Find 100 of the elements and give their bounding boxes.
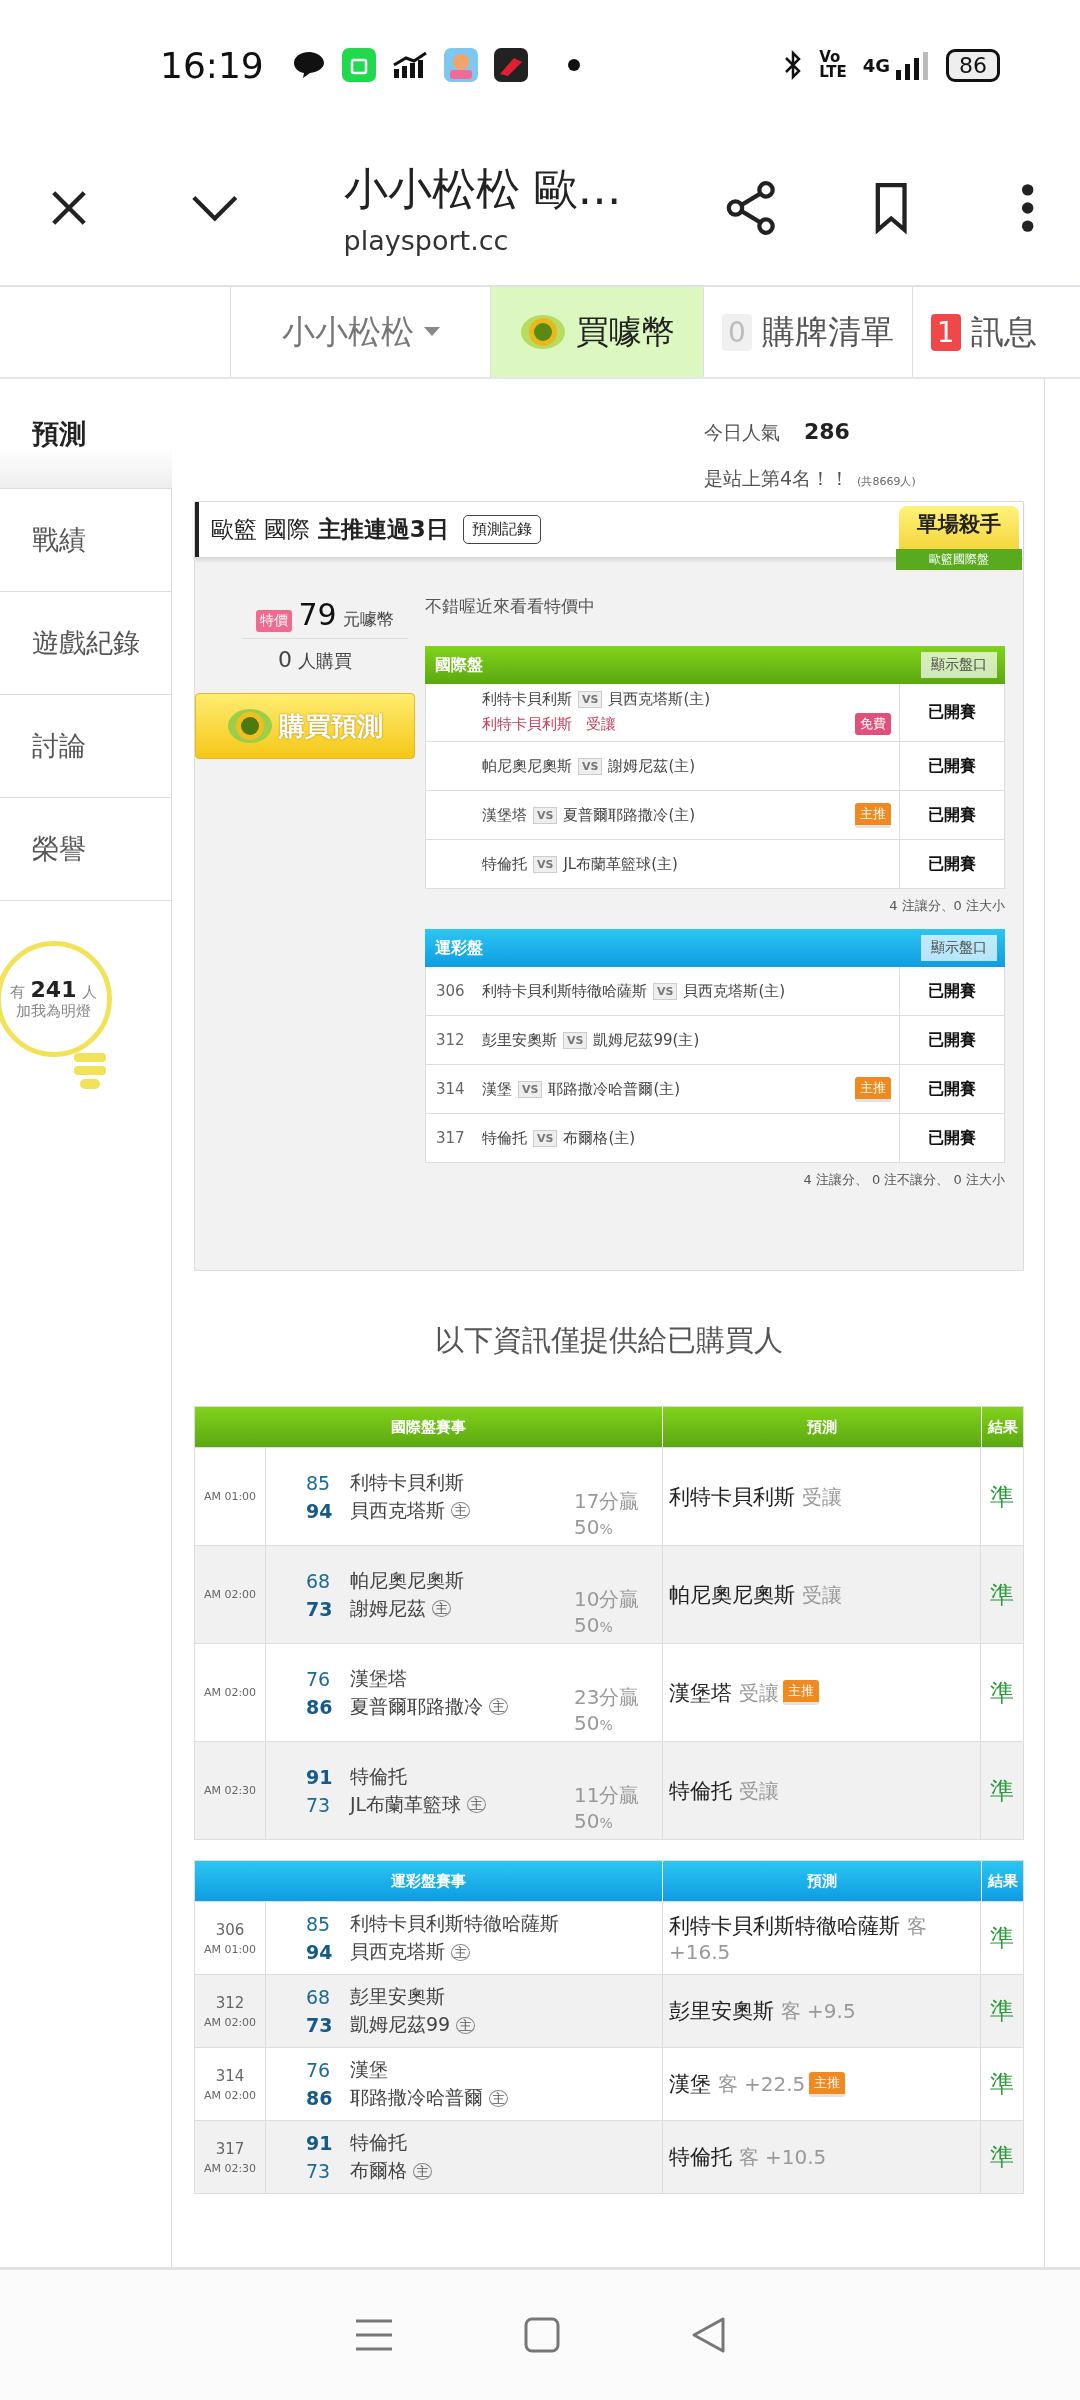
team-score: 73	[306, 2160, 332, 2182]
show-odds-button[interactable]: 顯示盤口	[921, 935, 997, 961]
vs-badge: VS	[563, 1031, 588, 1049]
game-number: 306	[436, 982, 466, 1000]
popularity-label: 今日人氣	[704, 420, 780, 445]
result-mark: 準	[989, 1481, 1015, 1513]
team-score: 73	[306, 2014, 334, 2036]
home-team: 布爾格(主)	[563, 1128, 636, 1148]
result-mark: 準	[989, 1775, 1015, 1807]
team-score: 86	[306, 1695, 334, 1718]
game-number: 317	[436, 1129, 466, 1147]
notification-dot-icon	[567, 59, 580, 71]
game-status: 已開賽	[899, 1114, 1004, 1162]
pick-team: 利特卡貝利斯	[482, 714, 572, 734]
win-rate: 50%	[574, 1711, 614, 1735]
price-amount: 79	[298, 597, 337, 632]
game-time: AM 02:30	[203, 1784, 257, 1797]
promo-text: 不錯喔近來看看特價中	[425, 595, 596, 618]
record-button[interactable]: 預測記錄	[462, 515, 541, 544]
away-team: 漢堡塔	[482, 805, 527, 825]
away-team: 帕尼奧尼奧斯	[482, 756, 572, 776]
rank-total: (共8669人)	[857, 474, 916, 489]
home-team: 耶路撒冷哈普爾(主)	[548, 1079, 681, 1099]
pick-tag: 主推	[855, 1076, 891, 1102]
sidebar-tab[interactable]: 榮譽	[0, 798, 172, 901]
team-name: 利特卡貝利斯	[350, 1469, 464, 1495]
team-score: 76	[306, 1667, 332, 1690]
more-icon[interactable]	[1020, 181, 1034, 234]
badge-title: 單場殺手	[917, 511, 1001, 538]
pick-text: 特倫托 受讓	[669, 1777, 779, 1805]
column-header: 結果	[986, 1871, 1019, 1891]
pick-text: 帕尼奧尼奧斯 受讓	[669, 1581, 842, 1609]
notice-text: 以下資訊僅提供給已購買人	[434, 1322, 784, 1359]
game-number: 317	[215, 2139, 245, 2158]
vs-badge: VS	[533, 806, 558, 824]
win-margin: 11分贏	[574, 1782, 641, 1809]
result-mark: 準	[989, 2142, 1015, 2173]
team-score: 68	[306, 1569, 332, 1592]
away-team: 特倫托	[482, 1128, 527, 1148]
menu-icon[interactable]	[354, 2317, 394, 2353]
home-square-icon[interactable]	[524, 2317, 560, 2353]
table-title: 運彩盤	[435, 937, 483, 959]
game-number: 314	[215, 2066, 245, 2085]
lightbulb-badge[interactable]: 有 241 人 加我為明燈	[0, 941, 112, 1057]
vs-badge: VS	[533, 1129, 558, 1147]
team-score: 94	[306, 1499, 334, 1522]
team-score: 94	[306, 1941, 334, 1963]
team-name: 特倫托	[350, 2130, 407, 2155]
win-margin: 23分贏	[574, 1684, 641, 1711]
team-score: 85	[306, 1471, 332, 1494]
page-url: playsport.cc	[343, 224, 510, 256]
game-status: 已開賽	[899, 1016, 1004, 1064]
win-rate: 50%	[574, 1515, 614, 1539]
team-name: 漢堡	[350, 2057, 388, 2082]
pick-tag: 主推	[782, 1680, 819, 1705]
team-score: 73	[306, 1793, 332, 1816]
team-score: 76	[306, 2059, 332, 2081]
home-team: 凱姆尼茲99(主)	[593, 1030, 700, 1050]
sale-tag: 特價	[256, 610, 293, 632]
result-mark: 準	[989, 1996, 1015, 2027]
sidebar-tab[interactable]: 遊戲紀錄	[0, 592, 172, 695]
result-mark: 準	[989, 2069, 1015, 2100]
away-team: 彭里安奧斯	[482, 1030, 557, 1050]
caret-icon	[423, 327, 440, 337]
home-team: 貝西克塔斯(主)	[683, 981, 786, 1001]
back-icon[interactable]	[690, 2316, 726, 2354]
card-title: 歐籃 國際 主推連過3日	[211, 515, 449, 544]
coin-icon	[519, 312, 566, 352]
win-margin: 17分贏	[574, 1488, 641, 1515]
game-status: 已開賽	[899, 840, 1004, 888]
sidebar-tab[interactable]: 戰績	[0, 489, 172, 592]
buyer-label: 人購買	[298, 649, 352, 673]
team-name: 利特卡貝利斯特徹哈薩斯	[350, 1911, 559, 1936]
vs-badge: VS	[653, 982, 678, 1000]
sidebar-tab[interactable]: 討論	[0, 695, 172, 798]
game-number: 312	[215, 1993, 245, 2012]
pick-text: 漢堡 客 +22.5	[669, 2071, 806, 2098]
win-rate: 50%	[574, 1613, 614, 1637]
vs-badge: VS	[518, 1080, 543, 1098]
team-name: 彭里安奧斯	[350, 1984, 445, 2009]
team-score: 68	[306, 1986, 332, 2008]
buy-coins-button[interactable]: 買噱幣	[490, 287, 703, 377]
result-mark: 準	[989, 1579, 1015, 1611]
away-team: 利特卡貝利斯特徹哈薩斯	[482, 981, 647, 1001]
pick-text: 特倫托 客 +10.5	[669, 2144, 827, 2171]
pick-tag: 免費	[855, 713, 891, 735]
away-team: 特倫托	[482, 854, 527, 874]
game-time: AM 02:00	[203, 2088, 257, 2102]
game-status: 已開賽	[899, 1065, 1004, 1113]
away-team: 漢堡	[482, 1079, 512, 1099]
volte-label: Vo LTE	[819, 50, 847, 80]
coin-icon	[227, 706, 273, 746]
pick-tag: 主推	[809, 2071, 846, 2097]
win-rate: 50%	[574, 1809, 614, 1833]
game-time: AM 02:00	[203, 2015, 257, 2029]
badge-ribbon: 歐籃國際盤	[896, 549, 1022, 570]
team-score: 86	[306, 2087, 334, 2109]
buyer-count: 0	[278, 647, 292, 672]
fan-count: 有 241 人	[10, 977, 97, 1002]
show-odds-button[interactable]: 顯示盤口	[921, 652, 997, 678]
